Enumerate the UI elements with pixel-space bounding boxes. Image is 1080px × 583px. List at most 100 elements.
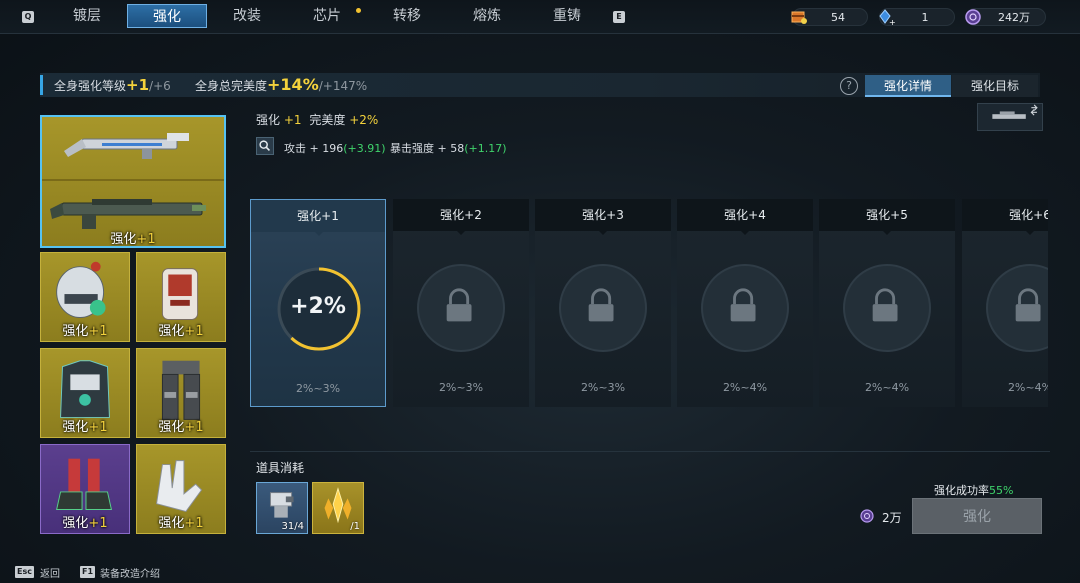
level-card-5[interactable]: 强化+5 2%~4% xyxy=(819,199,955,407)
detail-perfection-value: +2% xyxy=(349,113,379,127)
leg-armor-slot[interactable]: 强化+1 xyxy=(136,348,226,438)
level-card-2[interactable]: 强化+2 2%~3% xyxy=(393,199,529,407)
purple-coin-icon xyxy=(860,509,874,523)
rifle-enhance-label: 强化+1 xyxy=(110,232,156,247)
chest-armor-slot[interactable]: 强化+1 xyxy=(40,348,130,438)
consumable-item-2[interactable]: /1 xyxy=(312,482,364,534)
backpack-enhance-label: 强化+1 xyxy=(158,324,204,339)
boots-slot[interactable]: 强化+1 xyxy=(40,444,130,534)
boots-enhance-label: 强化+1 xyxy=(62,516,108,531)
enhance-button[interactable]: 强化 xyxy=(912,498,1042,534)
backpack-slot[interactable]: 强化+1 xyxy=(136,252,226,342)
card-notch xyxy=(457,231,465,235)
level-card-6[interactable]: 强化+6 2%~4% xyxy=(962,199,1048,407)
tab-enhance-details[interactable]: 强化详情 xyxy=(865,75,951,97)
enhance-value: +1 xyxy=(283,113,302,127)
shotgun-icon xyxy=(64,133,189,159)
weapon-primary-slot[interactable] xyxy=(42,117,224,181)
level-label: 全身强化等级 xyxy=(54,79,127,93)
level-card-title: 强化+5 xyxy=(819,199,955,231)
level-card-4[interactable]: 强化+4 2%~4% xyxy=(677,199,813,407)
item-count: /1 xyxy=(350,521,360,532)
tab-chip[interactable]: 芯片 xyxy=(287,4,367,28)
level-card-range: 2%~3% xyxy=(438,381,484,394)
consumable-item-1[interactable]: 31/4 xyxy=(256,482,308,534)
level-card-title: 强化+1 xyxy=(251,200,385,232)
level-card-title: 强化+3 xyxy=(535,199,671,231)
card-notch xyxy=(599,231,607,235)
card-notch xyxy=(1026,231,1034,235)
card-notch xyxy=(883,231,891,235)
attack-bonus: (+3.91) xyxy=(343,142,386,155)
lock-icon xyxy=(1015,288,1041,322)
helmet-slot[interactable]: 强化+1 xyxy=(40,252,130,342)
tab-transfer[interactable]: 转移 xyxy=(367,4,447,28)
tab-plating[interactable]: 镀层 xyxy=(47,4,127,28)
lock-icon xyxy=(446,288,472,322)
q-key-hint[interactable]: Q xyxy=(22,11,34,23)
level-card-range: 2%~4% xyxy=(864,381,910,394)
gloves-enhance-label: 强化+1 xyxy=(158,516,204,531)
esc-key-hint[interactable]: Esc xyxy=(15,566,34,578)
level-card-title: 强化+6 xyxy=(962,199,1048,231)
weapon-swap-button[interactable] xyxy=(977,103,1043,131)
item-count: 31/4 xyxy=(281,521,304,532)
chest-armor-enhance-label: 强化+1 xyxy=(62,420,108,435)
currency-crystal: + 1 xyxy=(879,8,955,27)
help-icon[interactable]: ? xyxy=(840,77,858,95)
lock-icon xyxy=(872,288,898,322)
stats-search-button[interactable] xyxy=(256,137,274,155)
swap-weapon-icon xyxy=(992,104,1038,119)
detail-perfection-label: 完美度 xyxy=(309,113,346,127)
success-rate: 强化成功率55% xyxy=(934,482,1013,498)
locked-disc xyxy=(701,264,789,352)
tab-smelt[interactable]: 熔炼 xyxy=(447,4,527,28)
success-label: 强化成功率 xyxy=(934,484,989,497)
tab-enhance-target[interactable]: 强化目标 xyxy=(952,75,1038,97)
e-key-hint[interactable]: E xyxy=(613,11,625,23)
lock-icon xyxy=(730,288,756,322)
f1-key-hint[interactable]: F1 xyxy=(80,566,96,578)
consumables-title: 道具消耗 xyxy=(256,461,305,475)
section-divider xyxy=(250,451,1050,452)
search-icon xyxy=(259,140,271,152)
level-card-3[interactable]: 强化+3 2%~3% xyxy=(535,199,671,407)
top-nav-bar: Q 镀层 强化 改装 芯片 转移 熔炼 重铸 E 54 + 1 242万 xyxy=(0,0,1080,34)
level-card-title: 强化+4 xyxy=(677,199,813,231)
level-card-title: 强化+2 xyxy=(393,199,529,231)
level-card-percent: +2% xyxy=(290,294,346,319)
currency-coin: 242万 xyxy=(965,8,1046,26)
tab-modify[interactable]: 改装 xyxy=(207,4,287,28)
strip-accent xyxy=(40,75,43,95)
crit-bonus: (+1.17) xyxy=(464,142,507,155)
level-summary: 全身强化等级+1/+6 xyxy=(54,73,171,98)
level-card-1[interactable]: 强化+1 +2% 2%~3% xyxy=(250,199,386,407)
weapon-rifle-slot[interactable]: 强化+1 xyxy=(42,183,224,247)
lock-icon xyxy=(588,288,614,322)
tab-enhance[interactable]: 强化 xyxy=(127,4,207,28)
helmet-enhance-label: 强化+1 xyxy=(62,324,108,339)
card-notch xyxy=(741,231,749,235)
perfection-label: 全身总完美度 xyxy=(195,79,268,93)
crit-label: 暴击强度 + 58 xyxy=(390,142,465,155)
locked-disc xyxy=(559,264,647,352)
success-value: 55% xyxy=(989,484,1014,497)
level-card-range: 2%~3% xyxy=(295,382,341,395)
gloves-slot[interactable]: 强化+1 xyxy=(136,444,226,534)
perfection-value: +14% xyxy=(267,75,319,94)
weapon-slot-group[interactable]: 强化+1 xyxy=(40,115,226,248)
level-card-range: 2%~4% xyxy=(722,381,768,394)
enhance-cost: 2万 xyxy=(882,511,902,525)
back-label[interactable]: 返回 xyxy=(40,565,60,580)
card-notch xyxy=(315,232,323,236)
level-card-range: 2%~3% xyxy=(580,381,626,394)
leg-armor-enhance-label: 强化+1 xyxy=(158,420,204,435)
chip-notification-dot xyxy=(356,8,361,13)
currency-coin-value: 242万 xyxy=(998,11,1030,24)
perfection-max: /+147% xyxy=(318,79,368,93)
tab-recast[interactable]: 重铸 xyxy=(527,4,607,28)
perfection-summary: 全身总完美度+14%/+147% xyxy=(195,73,367,98)
currency-crate-value: 54 xyxy=(831,11,845,24)
attack-label: 攻击 + 196 xyxy=(284,142,344,155)
upgrade-intro-label[interactable]: 装备改造介绍 xyxy=(100,565,160,580)
